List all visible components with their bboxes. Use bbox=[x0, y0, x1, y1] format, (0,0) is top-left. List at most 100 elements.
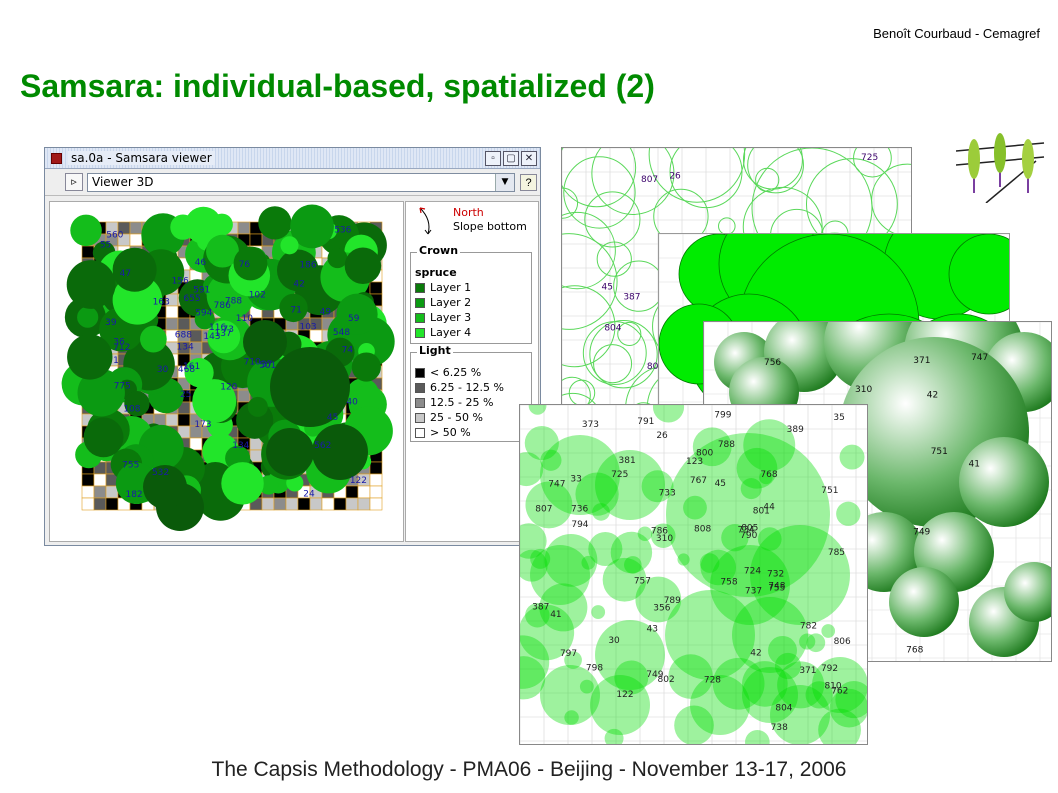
tree-label: 786 bbox=[214, 301, 231, 311]
crown-legend-label: Layer 3 bbox=[430, 311, 472, 324]
tree-label: 807 bbox=[641, 175, 658, 185]
tree-crown bbox=[344, 247, 382, 285]
light-cell bbox=[165, 317, 179, 331]
tree-crown-outline bbox=[718, 217, 736, 235]
maximize-button[interactable]: ▢ bbox=[503, 150, 519, 166]
viewer-type-select[interactable]: Viewer 3D ▼ bbox=[87, 172, 515, 192]
tree-label: 562 bbox=[314, 441, 331, 451]
tree-label: 767 bbox=[690, 476, 707, 486]
tree-label: 47 bbox=[120, 269, 131, 279]
light-legend-label: 25 - 50 % bbox=[430, 411, 483, 424]
light-cell bbox=[93, 497, 107, 511]
light-legend-label: 12.5 - 25 % bbox=[430, 396, 494, 409]
crown-species: spruce bbox=[415, 266, 457, 279]
light-cell bbox=[357, 485, 371, 499]
crown-legend-item: Layer 2 bbox=[411, 295, 531, 310]
tree-label: 371 bbox=[799, 666, 816, 676]
light-cell bbox=[369, 473, 383, 487]
tree-label: 24 bbox=[303, 490, 315, 500]
tree-crown bbox=[591, 605, 606, 620]
crown-legend-swatch bbox=[415, 282, 425, 293]
tree-label: 35 bbox=[833, 413, 844, 423]
tree-label: 655 bbox=[184, 294, 201, 304]
tree-crown bbox=[821, 624, 836, 638]
minimize-button[interactable]: ▫ bbox=[485, 150, 501, 166]
tree-crown-outline bbox=[568, 379, 596, 407]
tree-crown-sphere bbox=[959, 437, 1049, 527]
tree-label: 33 bbox=[570, 474, 581, 484]
tree-label: 798 bbox=[586, 663, 603, 673]
light-cell bbox=[369, 461, 383, 475]
light-legend-swatch bbox=[415, 427, 425, 438]
tree-label: 751 bbox=[931, 447, 948, 457]
window-title: sa.0a - Samsara viewer bbox=[68, 151, 215, 165]
tree-crown-outline bbox=[562, 187, 579, 219]
light-cell bbox=[81, 473, 95, 487]
tree-label: 788 bbox=[718, 440, 735, 450]
tree-crown bbox=[70, 214, 102, 247]
tree-crown-outline bbox=[562, 233, 618, 330]
light-cell bbox=[333, 497, 347, 511]
tree-crown bbox=[564, 710, 579, 725]
light-cell bbox=[93, 473, 107, 487]
tree-label: 373 bbox=[582, 420, 599, 430]
tree-label: 737 bbox=[745, 586, 762, 596]
light-legend-title: Light bbox=[417, 344, 453, 357]
crown-legend-label: Layer 1 bbox=[430, 281, 472, 294]
tree-label: 45 bbox=[715, 479, 726, 489]
tree-label: 39 bbox=[105, 318, 117, 328]
tree-label: 59 bbox=[348, 314, 360, 324]
slide-title: Samsara: individual-based, spatialized (… bbox=[20, 68, 655, 104]
tree-label: 775 bbox=[114, 382, 131, 392]
tree-label: 804 bbox=[775, 704, 792, 714]
tree-crown bbox=[258, 206, 292, 240]
tree-label: 768 bbox=[760, 470, 777, 480]
stand-canvas[interactable]: 562 560 59 548 536 594 501 49 55 161 163 532 173 591 1… bbox=[49, 201, 404, 542]
tree-label: 45 bbox=[602, 283, 613, 293]
tree-label: 736 bbox=[571, 505, 588, 515]
tree-label: 806 bbox=[834, 637, 851, 647]
window-titlebar[interactable]: sa.0a - Samsara viewer ▫ ▢ ✕ bbox=[45, 148, 540, 169]
tree-crown bbox=[683, 495, 707, 520]
tree-crown-outline bbox=[584, 191, 641, 248]
tree-label: 725 bbox=[611, 470, 628, 480]
tree-crown bbox=[745, 729, 770, 744]
light-cell bbox=[177, 413, 191, 427]
tree-label: 134 bbox=[177, 343, 194, 353]
tree-label: 42 bbox=[750, 648, 761, 658]
tree-crown bbox=[77, 306, 99, 328]
tree-label: 156 bbox=[172, 276, 189, 286]
tree-label: 26 bbox=[656, 431, 668, 441]
tree-label: 548 bbox=[333, 328, 350, 338]
crown-legend-title: Crown bbox=[417, 244, 461, 257]
light-cell bbox=[357, 497, 371, 511]
light-cell bbox=[321, 497, 335, 511]
close-button[interactable]: ✕ bbox=[521, 150, 537, 166]
tree-label: 710 bbox=[244, 358, 261, 368]
tree-label: 797 bbox=[560, 649, 577, 659]
tree-crown bbox=[83, 417, 124, 458]
light-cell bbox=[105, 497, 119, 511]
tree-crown bbox=[140, 325, 167, 353]
tree-label: 110 bbox=[236, 314, 253, 324]
tree-label: 751 bbox=[821, 486, 838, 496]
light-cell bbox=[81, 497, 95, 511]
light-cell bbox=[93, 485, 107, 499]
light-cell bbox=[237, 221, 251, 235]
tree-label: 37 bbox=[261, 360, 272, 370]
viewer-select-icon[interactable]: ▹ bbox=[65, 173, 83, 191]
tree-label: 103 bbox=[299, 323, 316, 333]
tree-label: 790 bbox=[740, 531, 757, 541]
tree-label: 747 bbox=[548, 479, 565, 489]
tree-crown-outline bbox=[562, 211, 616, 290]
tree-crown bbox=[742, 661, 788, 707]
chevron-down-icon[interactable]: ▼ bbox=[495, 173, 514, 191]
crown-legend-swatch bbox=[415, 312, 425, 323]
crown-legend-item: Layer 3 bbox=[411, 310, 531, 325]
help-icon[interactable]: ? bbox=[520, 173, 537, 191]
tree-label: 71 bbox=[290, 306, 301, 316]
light-legend-label: < 6.25 % bbox=[430, 366, 482, 379]
tree-label: 102 bbox=[249, 290, 266, 300]
light-cell bbox=[81, 245, 95, 259]
light-legend: Light < 6.25 % 6.25 - 12.5 % 12.5 - 25 % 25… bbox=[410, 344, 532, 442]
